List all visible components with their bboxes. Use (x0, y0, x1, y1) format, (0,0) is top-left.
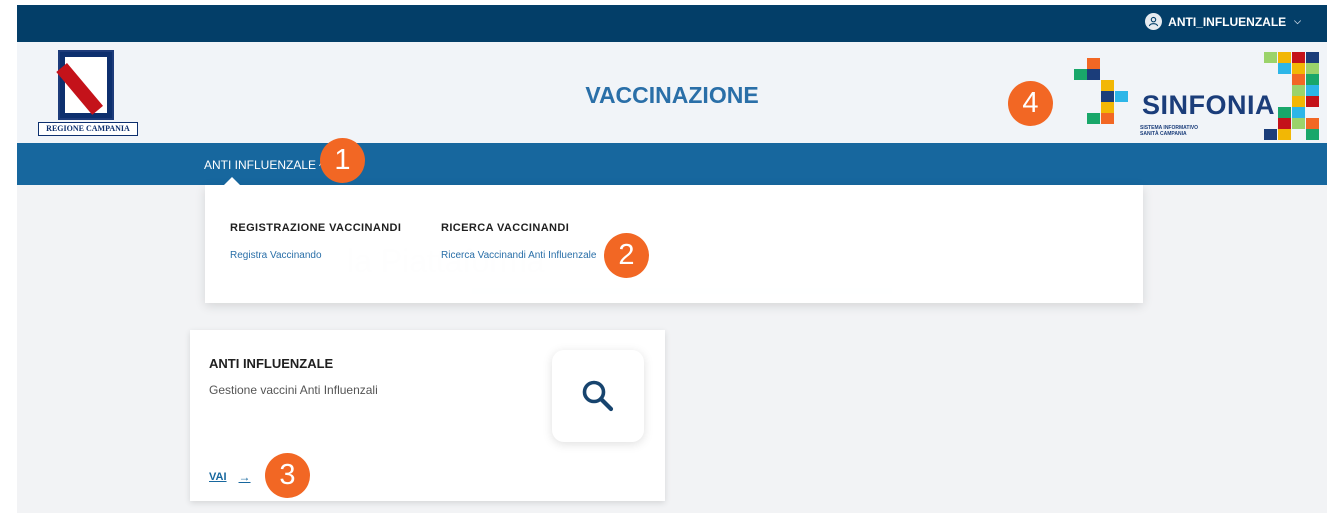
search-icon (582, 380, 614, 412)
card-title: ANTI INFLUENZALE (209, 356, 334, 371)
callout-badge-2: 2 (604, 233, 649, 278)
vai-label: VAI (209, 471, 227, 483)
nav-dropdown-menu: REGISTRAZIONE VACCINANDI Registra Vaccin… (205, 185, 1143, 303)
card-icon-box (552, 350, 644, 442)
callout-badge-4: 4 (1008, 81, 1053, 126)
user-icon (1145, 13, 1163, 30)
dropdown-column-ricerca: RICERCA VACCINANDI Ricerca Vaccinandi An… (441, 222, 596, 261)
brand-subtitle: SISTEMA INFORMATIVO SANITÀ CAMPANIA (1140, 125, 1199, 137)
user-label: ANTI_INFLUENZALE (1168, 14, 1287, 29)
region-label: REGIONE CAMPANIA (38, 122, 138, 136)
anti-influenzale-card: ANTI INFLUENZALE Gestione vaccini Anti I… (190, 330, 665, 501)
callout-badge-1: 1 (320, 138, 365, 183)
header: REGIONE CAMPANIA VACCINAZIONE SINFONIA S… (17, 42, 1327, 143)
registra-vaccinando-link[interactable]: Registra Vaccinando (230, 250, 401, 261)
arrow-right-icon: → (238, 470, 251, 484)
dropdown-column-registrazione: REGISTRAZIONE VACCINANDI Registra Vaccin… (230, 222, 401, 261)
nav-item-label: ANTI INFLUENZALE (204, 158, 317, 172)
main-nav: ANTI INFLUENZALE^ (17, 143, 1327, 185)
dropdown-heading: REGISTRAZIONE VACCINANDI (230, 222, 402, 234)
user-menu[interactable]: ANTI_INFLUENZALE ⌵ (1145, 13, 1301, 30)
top-bar: ANTI_INFLUENZALE ⌵ (17, 5, 1327, 42)
dropdown-heading: RICERCA VACCINANDI (441, 222, 570, 234)
brand-name: SINFONIA (1142, 90, 1276, 120)
vai-link[interactable]: VAI → (209, 470, 251, 484)
card-description: Gestione vaccini Anti Influenzali (209, 383, 378, 397)
callout-badge-3: 3 (265, 453, 310, 498)
nav-item-anti-influenzale[interactable]: ANTI INFLUENZALE^ (204, 158, 323, 172)
ricerca-vaccinandi-link[interactable]: Ricerca Vaccinandi Anti Influenzale (441, 250, 596, 261)
chevron-down-icon: ⌵ (1294, 16, 1301, 26)
sinfonia-logo[interactable]: SINFONIA SISTEMA INFORMATIVO SANITÀ CAMP… (1057, 50, 1327, 143)
app-window: ANTI_INFLUENZALE ⌵ REGIONE CAMPANIA VACC… (17, 5, 1327, 513)
dropdown-pointer (224, 177, 240, 185)
screen: ANTI_INFLUENZALE ⌵ REGIONE CAMPANIA VACC… (0, 0, 1340, 513)
